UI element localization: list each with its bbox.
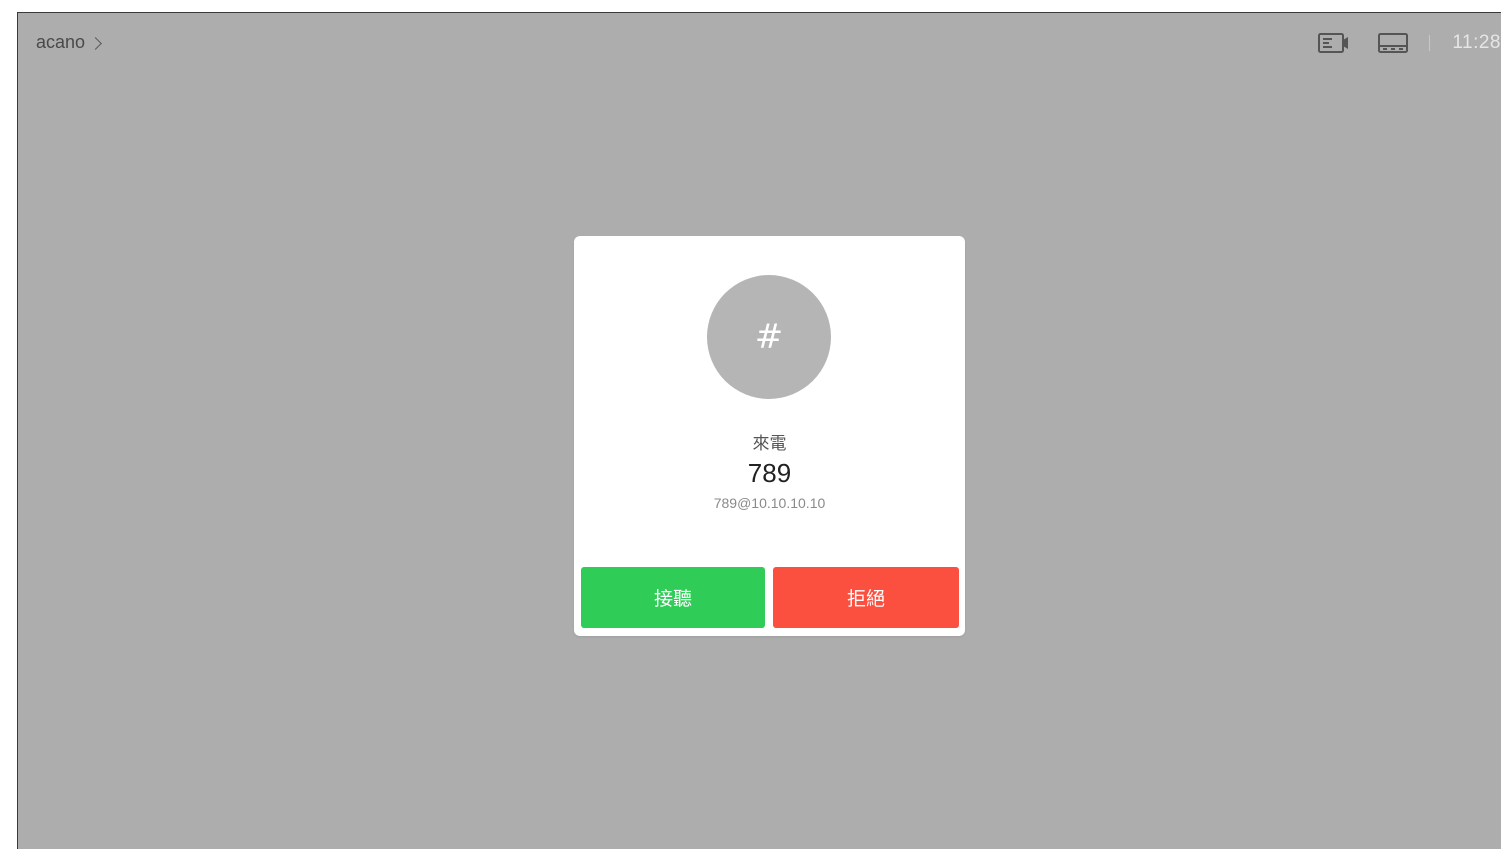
call-screen: acano 11:28 # 來電 789 789@10.10.10.10 接聽 … — [17, 12, 1501, 849]
caller-uri: 789@10.10.10.10 — [713, 495, 826, 511]
layout-icon — [1378, 33, 1409, 53]
top-bar: acano 11:28 — [18, 13, 1501, 73]
chevron-right-icon — [89, 36, 102, 50]
accept-button[interactable]: 接聽 — [581, 567, 765, 628]
self-view-icon — [1318, 33, 1349, 53]
layout-button[interactable] — [1375, 28, 1411, 58]
top-right-controls: 11:28 — [1315, 28, 1501, 58]
avatar-symbol: # — [754, 317, 784, 357]
breadcrumb-label: acano — [36, 32, 86, 52]
incoming-call-label: 來電 — [752, 434, 787, 454]
self-view-button[interactable] — [1315, 28, 1351, 58]
avatar: # — [707, 275, 831, 399]
divider — [1429, 35, 1431, 51]
clock: 11:28 — [1452, 32, 1501, 53]
decline-button[interactable]: 拒絕 — [773, 567, 959, 628]
accept-button-label: 接聽 — [653, 588, 692, 610]
caller-name: 789 — [747, 458, 792, 488]
breadcrumb[interactable]: acano — [36, 32, 102, 53]
decline-button-label: 拒絕 — [846, 588, 885, 610]
incoming-call-dialog: # 來電 789 789@10.10.10.10 接聽 拒絕 — [574, 236, 965, 636]
